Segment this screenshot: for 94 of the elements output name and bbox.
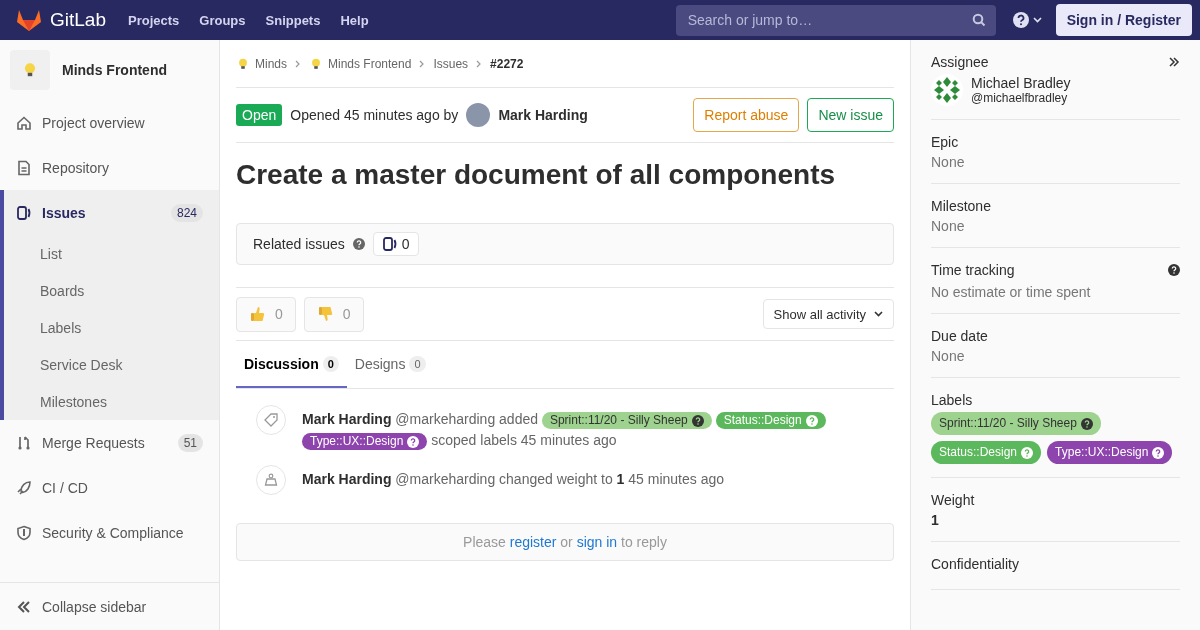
panel-title: Related issues <box>253 236 345 252</box>
logo-text[interactable]: GitLab <box>50 9 106 31</box>
label-tag[interactable]: Type::UX::Design <box>1047 441 1173 464</box>
activity-filter-dropdown[interactable]: Show all activity <box>762 299 894 329</box>
caret-icon <box>874 311 883 317</box>
note-text: changed weight to 1 45 minutes ago <box>499 471 724 487</box>
note-handle[interactable]: @markeharding <box>395 471 496 487</box>
note-author[interactable]: Mark Harding <box>302 411 392 427</box>
sidebar-item[interactable]: Project overview <box>0 100 219 145</box>
help-dropdown-icon[interactable] <box>1011 11 1044 29</box>
breadcrumb-link[interactable]: Minds Frontend <box>328 56 412 71</box>
search-field[interactable]: Search or jump to… <box>685 3 972 37</box>
lightbulb-icon <box>309 56 323 71</box>
sidebar-item[interactable]: Merge Requests 51 <box>0 420 219 465</box>
chevron-right-icon <box>295 59 301 68</box>
project-name[interactable]: Minds Frontend <box>62 62 167 78</box>
label-tag[interactable]: Sprint::11/20 - Silly Sheep <box>541 412 712 429</box>
label-tag[interactable]: Type::UX::Design <box>302 433 428 450</box>
home-icon <box>16 114 32 131</box>
note-author[interactable]: Mark Harding <box>302 471 392 487</box>
opened-text: Opened 45 minutes ago by <box>290 107 459 123</box>
assignee-username: @michaelfbradley <box>971 91 1069 105</box>
rocket-icon <box>16 479 32 496</box>
breadcrumb-link[interactable]: Minds <box>255 56 287 71</box>
collapse-icon[interactable] <box>1168 56 1180 68</box>
count-badge: 51 <box>177 433 203 452</box>
nav-link[interactable]: Help <box>340 12 369 28</box>
thumbs-up-icon <box>249 305 267 323</box>
sidebar-subitem[interactable]: Service Desk <box>4 346 219 383</box>
sign-in-button[interactable]: Sign in / Register <box>1055 4 1192 36</box>
link[interactable]: sign in <box>576 534 618 550</box>
issue-title: Create a master document of all components <box>236 159 837 191</box>
avatar[interactable] <box>466 103 491 127</box>
field-title: Time tracking <box>931 262 1015 278</box>
collapse-sidebar-button[interactable]: Collapse sidebar <box>0 582 219 630</box>
count-badge: 824 <box>170 203 203 222</box>
double-chevron-left-icon <box>16 598 32 615</box>
field-title: Weight <box>931 492 975 508</box>
help-icon[interactable] <box>1168 264 1180 276</box>
breadcrumb-current[interactable]: #2272 <box>490 56 524 71</box>
merge-request-icon <box>16 434 32 451</box>
author-link[interactable]: Mark Harding <box>498 107 588 123</box>
field-title: Epic <box>931 134 959 150</box>
field-value: 1 <box>931 512 940 528</box>
field-value: No estimate or time spent <box>931 284 1092 300</box>
chevron-right-icon <box>476 59 483 68</box>
weight-icon <box>264 473 278 487</box>
tag-icon <box>264 413 278 427</box>
help-icon[interactable] <box>1080 417 1093 430</box>
help-icon[interactable] <box>1152 446 1165 459</box>
sidebar-subitem[interactable]: Boards <box>4 272 219 309</box>
nav-link[interactable]: Snippets <box>265 12 321 28</box>
breadcrumb-link[interactable]: Issues <box>433 56 469 71</box>
chevron-right-icon <box>419 59 426 68</box>
help-icon[interactable] <box>691 414 704 427</box>
sidebar-subitem[interactable]: Milestones <box>4 383 219 420</box>
label-tag[interactable]: Sprint::11/20 - Silly Sheep <box>931 412 1101 435</box>
fox-logo-icon[interactable] <box>16 8 42 32</box>
sidebar-item[interactable]: CI / CD <box>0 465 219 510</box>
field-title: Labels <box>931 392 973 408</box>
thumbs-down-icon <box>316 305 335 323</box>
issues-icon <box>16 204 32 221</box>
nav-link[interactable]: Groups <box>199 12 246 28</box>
issues-icon <box>381 236 398 252</box>
tab[interactable]: Designs 0 <box>346 341 434 388</box>
reply-prompt: Please register or sign in to reply <box>463 534 667 550</box>
sidebar-subitem[interactable]: List <box>4 235 219 272</box>
field-value: None <box>931 348 966 364</box>
document-icon <box>16 159 32 176</box>
new-issue-button[interactable]: New issue <box>807 98 894 132</box>
field-title: Confidentiality <box>931 556 1019 572</box>
link[interactable]: register <box>509 534 557 550</box>
related-count[interactable]: 0 <box>372 232 419 256</box>
field-title: Due date <box>931 328 988 344</box>
help-icon[interactable] <box>407 435 420 448</box>
search-icon[interactable] <box>971 13 986 27</box>
field-value: None <box>931 218 966 234</box>
assignee-name[interactable]: Michael Bradley <box>971 75 1071 91</box>
sidebar-subitem[interactable]: Labels <box>4 309 219 346</box>
search-box[interactable]: Search or jump to… <box>675 4 996 36</box>
note-action: added <box>499 411 538 427</box>
nav-link[interactable]: Projects <box>128 12 180 28</box>
sidebar-item[interactable]: Security & Compliance <box>0 510 219 555</box>
shield-icon <box>16 524 32 541</box>
status-badge: Open <box>236 104 283 126</box>
field-title: Milestone <box>931 198 991 214</box>
field-title: Assignee <box>931 54 989 70</box>
tab[interactable]: Discussion 0 <box>236 341 347 388</box>
help-icon[interactable] <box>352 238 365 250</box>
sidebar-item[interactable]: Repository <box>0 145 219 190</box>
field-value: None <box>931 154 966 170</box>
note-handle[interactable]: @markeharding <box>395 411 496 427</box>
lightbulb-icon <box>236 56 250 71</box>
note-text: scoped labels 45 minutes ago <box>431 432 617 448</box>
